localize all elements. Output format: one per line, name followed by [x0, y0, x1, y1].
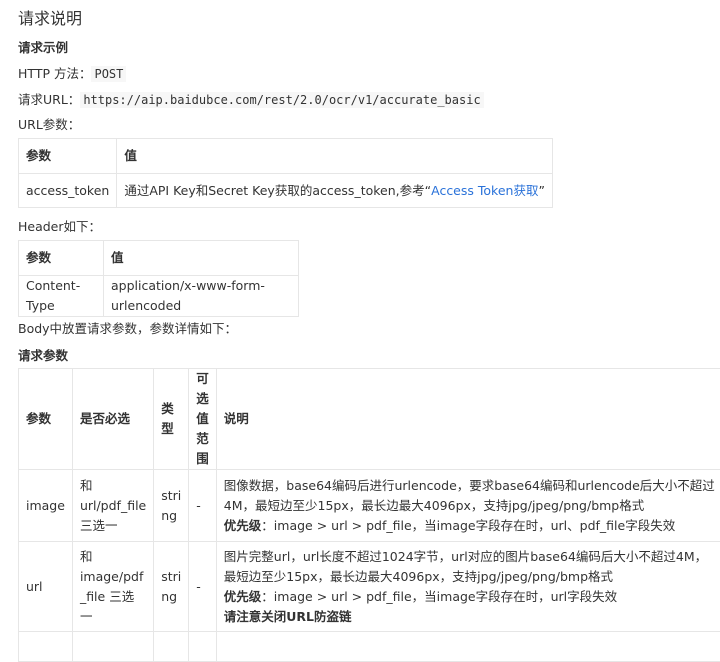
column-header-desc: 说明: [216, 369, 720, 470]
value-text: 通过API Key和Secret Key获取的access_token,参考“: [124, 183, 431, 198]
column-header: 值: [104, 241, 299, 276]
desc-cell: 图片完整url，url长度不超过1024字节，url对应的图片base64编码后…: [216, 542, 720, 632]
param-cell: [19, 632, 73, 662]
params-table: 参数 是否必选 类 型 可选值 范围 说明 image 和 url/pdf_fi…: [18, 368, 720, 662]
table-row: Content-Type application/x-www-form-urle…: [19, 276, 299, 317]
table-row-partial: [19, 632, 720, 662]
param-cell: image: [19, 470, 73, 542]
column-header: 参数: [19, 241, 104, 276]
required-line2: 三选一: [80, 518, 118, 533]
table-row: image 和 url/pdf_file 三选一 stri ng - 图像数据，…: [19, 470, 720, 542]
desc-line1: 图像数据，base64编码后进行urlencode，要求base64编码和url…: [224, 478, 715, 493]
required-line2: _file 三选一: [80, 589, 134, 624]
required-cell: 和 image/pdf _file 三选一: [72, 542, 153, 632]
range-header-line2: 范围: [196, 431, 209, 466]
http-method-line: HTTP 方法：POST: [18, 63, 126, 82]
desc-line1: 图片完整url，url长度不超过1024字节，url对应的图片base64编码后…: [224, 549, 707, 564]
type-line1: stri: [161, 488, 181, 503]
anti-leech-note: 请注意关闭URL防盗链: [224, 609, 352, 624]
table-header-row: 参数 是否必选 类 型 可选值 范围 说明: [19, 369, 720, 470]
example-heading: 请求示例: [18, 37, 68, 56]
param-cell: access_token: [19, 174, 117, 208]
column-header-range: 可选值 范围: [189, 369, 217, 470]
request-url-line: 请求URL：https://aip.baidubce.com/rest/2.0/…: [18, 89, 484, 108]
range-cell: [189, 632, 217, 662]
table-row: url 和 image/pdf _file 三选一 stri ng - 图片完整…: [19, 542, 720, 632]
required-line1: 和 url/pdf_file: [80, 478, 146, 513]
type-line2: ng: [161, 589, 177, 604]
type-line1: stri: [161, 569, 181, 584]
http-method-label: HTTP 方法：: [18, 66, 91, 81]
required-line1: 和 image/pdf: [80, 549, 143, 584]
param-cell: url: [19, 542, 73, 632]
body-label: Body中放置请求参数，参数详情如下：: [18, 318, 237, 337]
range-cell: -: [189, 470, 217, 542]
column-header-required: 是否必选: [72, 369, 153, 470]
column-header: 值: [117, 139, 553, 174]
type-header-line1: 类: [161, 401, 174, 416]
required-cell: 和 url/pdf_file 三选一: [72, 470, 153, 542]
request-url-label: 请求URL：: [18, 92, 80, 107]
table-row: access_token 通过API Key和Secret Key获取的acce…: [19, 174, 553, 208]
priority-text: ：image > url > pdf_file，当image字段存在时，url、…: [261, 518, 675, 533]
required-cell: [72, 632, 153, 662]
type-line2: ng: [161, 508, 177, 523]
range-header-line1: 可选值: [196, 371, 209, 426]
value-cell: application/x-www-form-urlencoded: [104, 276, 299, 317]
header-table: 参数 值 Content-Type application/x-www-form…: [18, 240, 299, 317]
table-header-row: 参数 值: [19, 241, 299, 276]
url-params-table: 参数 值 access_token 通过API Key和Secret Key获取…: [18, 138, 553, 208]
priority-text: ：image > url > pdf_file，当image字段存在时，url字…: [261, 589, 617, 604]
type-header-line2: 型: [161, 421, 174, 436]
value-suffix: ”: [538, 183, 544, 198]
desc-line2: 4M，最短边至少15px，最长边最大4096px，支持jpg/jpeg/png/…: [224, 498, 644, 513]
value-cell: 通过API Key和Secret Key获取的access_token,参考“A…: [117, 174, 553, 208]
params-heading: 请求参数: [18, 345, 68, 364]
priority-label: 优先级: [224, 589, 262, 604]
column-header-type: 类 型: [154, 369, 189, 470]
type-cell: stri ng: [154, 542, 189, 632]
column-header: 参数: [19, 139, 117, 174]
header-label: Header如下：: [18, 216, 101, 235]
param-cell: Content-Type: [19, 276, 104, 317]
type-cell: [154, 632, 189, 662]
request-url-value: https://aip.baidubce.com/rest/2.0/ocr/v1…: [80, 92, 483, 108]
http-method-value: POST: [91, 66, 126, 82]
column-header-param: 参数: [19, 369, 73, 470]
type-cell: stri ng: [154, 470, 189, 542]
desc-line2: 最短边至少15px，最长边最大4096px，支持jpg/jpeg/png/bmp…: [224, 569, 613, 584]
page-title: 请求说明: [18, 5, 82, 29]
desc-cell: [216, 632, 720, 662]
desc-cell: 图像数据，base64编码后进行urlencode，要求base64编码和url…: [216, 470, 720, 542]
url-params-label: URL参数：: [18, 114, 80, 133]
access-token-link[interactable]: Access Token获取: [431, 183, 538, 198]
range-cell: -: [189, 542, 217, 632]
table-header-row: 参数 值: [19, 139, 553, 174]
priority-label: 优先级: [224, 518, 262, 533]
